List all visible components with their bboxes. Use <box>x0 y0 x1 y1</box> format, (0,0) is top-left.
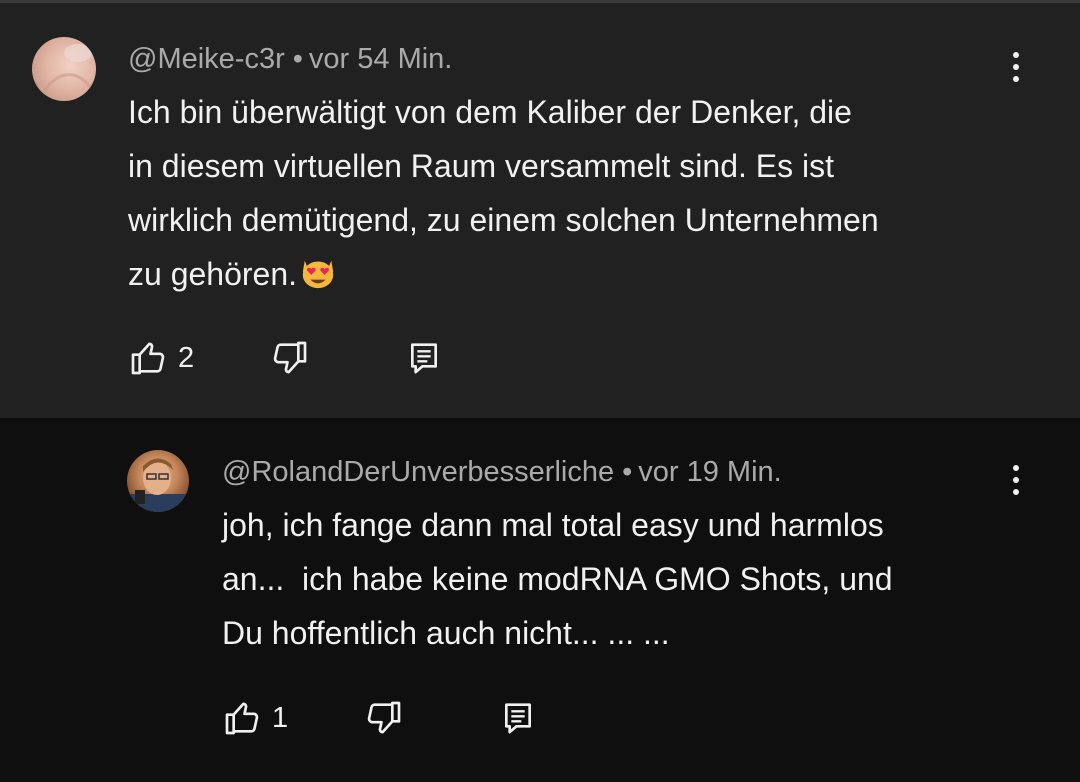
comment-line: in diesem virtuellen Raum versammelt sin… <box>128 148 835 184</box>
reply-button[interactable] <box>498 698 538 738</box>
comment-actions: 1 <box>222 696 538 740</box>
more-vertical-icon[interactable] <box>1001 45 1031 89</box>
author-name[interactable]: @Meike-c3r <box>128 43 285 75</box>
like-count: 1 <box>272 701 289 734</box>
like-count: 2 <box>178 341 195 374</box>
dislike-button[interactable] <box>270 338 310 378</box>
comment-line: joh, ich fange dann mal total easy und h… <box>222 507 884 543</box>
comment-reply-icon <box>505 703 532 734</box>
comment-meta: @Meike-c3r • vor 54 Min. <box>128 43 452 76</box>
comment-actions: 2 <box>128 336 444 380</box>
more-vertical-icon[interactable] <box>1001 458 1031 502</box>
comment-reply-icon <box>411 343 438 374</box>
dislike-button[interactable] <box>364 698 404 738</box>
comment-text: Ich bin überwältigt von dem Kaliber der … <box>128 85 879 301</box>
comment-meta: @RolandDerUnverbesserliche • vor 19 Min. <box>222 456 782 489</box>
comment-time[interactable]: vor 54 Min. <box>309 43 452 75</box>
comment-reply: @RolandDerUnverbesserliche • vor 19 Min. j… <box>0 418 1080 782</box>
meta-separator: • <box>622 456 633 488</box>
comment-time[interactable]: vor 19 Min. <box>638 456 781 488</box>
comment-line: Ich bin überwältigt von dem Kaliber der … <box>128 94 852 130</box>
avatar[interactable] <box>32 37 96 101</box>
thumbs-up-icon <box>225 702 259 735</box>
thumbs-up-icon <box>131 342 165 375</box>
avatar[interactable] <box>127 450 189 512</box>
comment-line: Du hoffentlich auch nicht... ... ... <box>222 615 670 651</box>
comment-line: wirklich demütigend, zu einem solchen Un… <box>128 202 879 238</box>
thumbs-down-icon <box>367 701 401 734</box>
comment-text: joh, ich fange dann mal total easy und h… <box>222 498 893 660</box>
comment-line-last: zu gehören. <box>128 247 879 301</box>
comment-line-text: zu gehören. <box>128 256 298 292</box>
like-button[interactable]: 2 <box>128 338 194 378</box>
thumbs-down-icon <box>273 341 307 374</box>
meta-separator: • <box>292 43 303 75</box>
like-button[interactable]: 1 <box>222 698 288 738</box>
comment-line: an... ich habe keine modRNA GMO Shots, u… <box>222 561 893 597</box>
reply-button[interactable] <box>404 338 444 378</box>
smiling-cat-heart-eyes-icon <box>302 260 334 289</box>
comment-thread-top: @Meike-c3r • vor 54 Min. Ich bin überwälti… <box>0 0 1080 418</box>
author-name[interactable]: @RolandDerUnverbesserliche <box>222 456 614 488</box>
